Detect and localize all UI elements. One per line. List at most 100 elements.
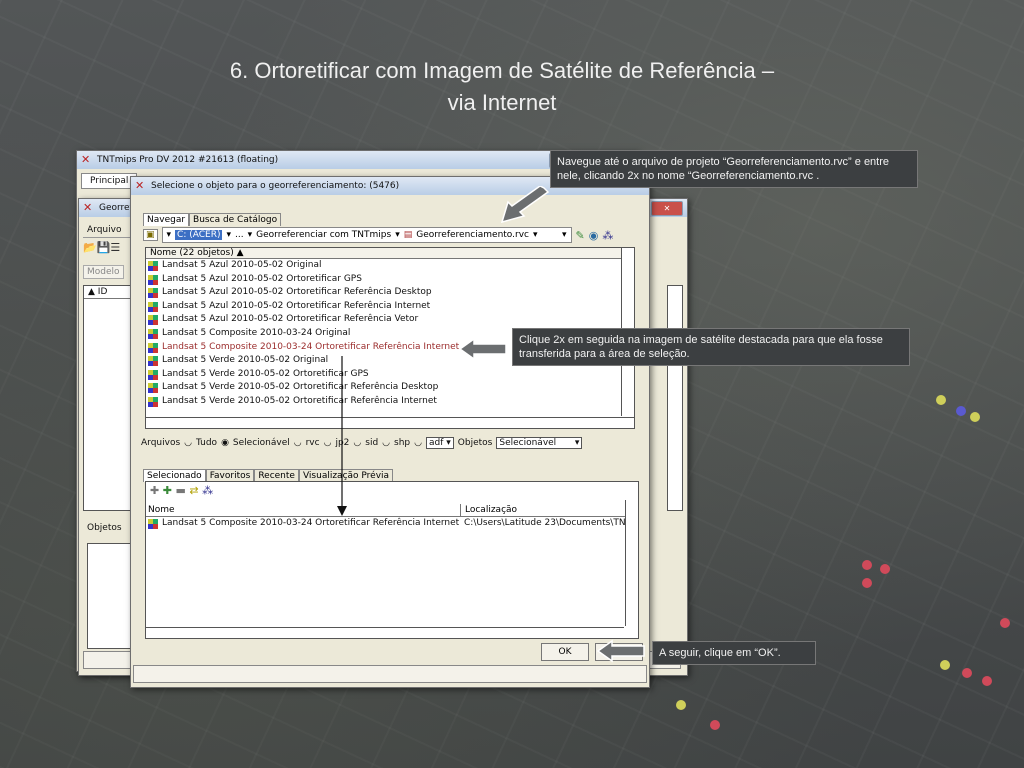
grid-icon[interactable]: ⁂ bbox=[202, 484, 213, 497]
list-header-label: Nome (22 objetos) bbox=[150, 248, 234, 258]
header-localizacao[interactable]: Localização bbox=[461, 504, 517, 516]
add-icon[interactable]: ✚ bbox=[163, 484, 172, 497]
selection-vscrollbar[interactable] bbox=[625, 500, 638, 626]
globe-icon[interactable]: ◉ bbox=[589, 229, 599, 242]
list-header[interactable]: Nome (22 objetos) ▲ bbox=[146, 248, 634, 259]
tntmips-icon: ✕ bbox=[135, 179, 145, 192]
map-marker bbox=[880, 564, 890, 574]
list-item-label: Landsat 5 Azul 2010-05-02 Ortoretificar … bbox=[162, 300, 431, 311]
check-sid[interactable]: ◡ bbox=[353, 438, 361, 448]
arrow-double-click-icon bbox=[458, 337, 507, 361]
check-rvc[interactable]: ◡ bbox=[294, 438, 302, 448]
list-item[interactable]: Landsat 5 Verde 2010-05-02 Ortoretificar… bbox=[146, 381, 634, 395]
list-item-label: Landsat 5 Azul 2010-05-02 Original bbox=[162, 260, 322, 270]
raster-icon bbox=[148, 274, 158, 285]
map-marker bbox=[970, 412, 980, 422]
list-item-label: Landsat 5 Verde 2010-05-02 Original bbox=[162, 355, 329, 366]
list-item[interactable]: Landsat 5 Azul 2010-05-02 Ortoretificar … bbox=[146, 313, 634, 327]
radio-tudo-label: Tudo bbox=[196, 438, 218, 448]
check-adf[interactable]: ◡ bbox=[414, 438, 422, 448]
list-item[interactable]: Landsat 5 Azul 2010-05-02 Original bbox=[146, 259, 634, 273]
list-item-label: Landsat 5 Verde 2010-05-02 Ortoretificar… bbox=[162, 395, 437, 406]
adf-select[interactable]: adf ▾ bbox=[426, 437, 454, 449]
path-dropdown-icon[interactable]: ▾ bbox=[167, 230, 172, 240]
selection-header: Nome Localização bbox=[146, 504, 638, 517]
dialog-title: Selecione o objeto para o georreferencia… bbox=[151, 181, 400, 191]
close-button[interactable]: ✕ bbox=[651, 201, 683, 216]
id-column-label: ID bbox=[97, 287, 108, 297]
radio-selecionavel-label: Selecionável bbox=[232, 438, 290, 448]
path-combo-dropdown[interactable]: ▾ bbox=[562, 230, 567, 240]
dialog-status-bar bbox=[133, 665, 647, 683]
chevron-down-icon[interactable]: ▾ bbox=[533, 230, 538, 240]
objetos-label: Objetos bbox=[87, 523, 122, 533]
header-nome[interactable]: Nome bbox=[146, 504, 461, 516]
map-marker bbox=[962, 668, 972, 678]
menu-principal[interactable]: Principal bbox=[81, 173, 138, 189]
selected-row[interactable]: Landsat 5 Composite 2010-03-24 Ortoretif… bbox=[146, 517, 638, 531]
raster-icon bbox=[148, 396, 158, 407]
raster-icon bbox=[148, 315, 158, 326]
tntmips-icon: ✕ bbox=[83, 201, 93, 214]
adf-select-value: adf bbox=[429, 438, 444, 448]
map-marker bbox=[940, 660, 950, 670]
chevron-down-icon[interactable]: ▾ bbox=[395, 230, 400, 240]
drive-selector[interactable]: C: (ACER) bbox=[175, 230, 223, 240]
list-item[interactable]: Landsat 5 Azul 2010-05-02 Ortoretificar … bbox=[146, 286, 634, 300]
select-object-dialog: ✕ Selecione o objeto para o georreferenc… bbox=[130, 176, 650, 688]
raster-icon bbox=[148, 369, 158, 380]
list-item[interactable]: Landsat 5 Verde 2010-05-02 Ortoretificar… bbox=[146, 395, 634, 409]
map-marker bbox=[956, 406, 966, 416]
selection-panel: ✚ ✚ ▬ ⇄ ⁂ Nome Localização Landsat 5 Com… bbox=[145, 481, 639, 639]
id-column-header[interactable]: ▲ ID bbox=[84, 286, 132, 299]
raster-icon bbox=[148, 342, 158, 353]
selection-toolbar: ✚ ✚ ▬ ⇄ ⁂ bbox=[146, 482, 638, 500]
list-item[interactable]: Landsat 5 Azul 2010-05-02 Ortoretificar … bbox=[146, 300, 634, 314]
main-window-title: TNTmips Pro DV 2012 #21613 (floating) bbox=[97, 155, 279, 165]
path-file[interactable]: Georreferenciamento.rvc bbox=[416, 230, 529, 240]
radio-tudo[interactable]: ◡ bbox=[184, 438, 192, 448]
callout-double-click: Clique 2x em seguida na imagem de satéli… bbox=[512, 328, 910, 366]
filter-row: Arquivos ◡ Tudo ◉ Selecionável ◡ rvc ◡ jp2 ◡… bbox=[141, 437, 583, 449]
chevron-down-icon[interactable]: ▾ bbox=[248, 230, 253, 240]
list-item-label: Landsat 5 Verde 2010-05-02 Ortoretificar… bbox=[162, 382, 439, 393]
selection-hscrollbar[interactable] bbox=[146, 627, 624, 638]
modelo-tab[interactable]: Modelo bbox=[83, 265, 124, 279]
map-marker bbox=[862, 560, 872, 570]
toolbar-icons[interactable]: 📂💾☰ bbox=[83, 241, 120, 254]
chevron-down-icon[interactable]: ▾ bbox=[226, 230, 231, 240]
check-shp[interactable]: ◡ bbox=[382, 438, 390, 448]
map-marker bbox=[710, 720, 720, 730]
check-rvc-label: rvc bbox=[305, 438, 320, 448]
objetos-filter-label: Objetos bbox=[457, 438, 493, 448]
georref-scrollbar[interactable] bbox=[667, 285, 683, 511]
arrow-ok-icon bbox=[596, 639, 645, 663]
pencil-icon[interactable]: ✎ bbox=[576, 229, 585, 242]
radio-selecionavel[interactable]: ◉ bbox=[221, 438, 229, 448]
objetos-select[interactable]: Selecionável ▾ bbox=[496, 437, 583, 449]
folder-up-icon[interactable]: ▣ bbox=[143, 229, 158, 241]
check-jp2[interactable]: ◡ bbox=[324, 438, 332, 448]
arquivos-label: Arquivos bbox=[141, 438, 181, 448]
list-item-label: Landsat 5 Azul 2010-05-02 Ortoretificar … bbox=[162, 314, 419, 325]
list-item[interactable]: Landsat 5 Verde 2010-05-02 Ortoretificar… bbox=[146, 368, 634, 382]
raster-icon bbox=[148, 383, 158, 394]
list-item[interactable]: Landsat 5 Azul 2010-05-02 Ortoretificar … bbox=[146, 273, 634, 287]
move-icon[interactable]: ✚ bbox=[150, 484, 159, 497]
swap-icon[interactable]: ⇄ bbox=[189, 484, 198, 497]
list-item-label: Landsat 5 Azul 2010-05-02 Ortoretificar … bbox=[162, 287, 432, 298]
ok-button[interactable]: OK bbox=[541, 643, 589, 661]
raster-icon bbox=[148, 288, 158, 299]
remove-icon[interactable]: ▬ bbox=[175, 484, 185, 497]
path-ellipsis[interactable]: ... bbox=[235, 230, 244, 240]
top-tabs: Navegar Busca de Catálogo bbox=[143, 207, 282, 226]
path-folder[interactable]: Georreferenciar com TNTmips bbox=[256, 230, 391, 240]
map-marker bbox=[676, 700, 686, 710]
raster-icon bbox=[148, 356, 158, 367]
tab-busca-catalogo[interactable]: Busca de Catálogo bbox=[189, 213, 282, 226]
grid-icon[interactable]: ⁂ bbox=[602, 229, 613, 242]
tab-navegar[interactable]: Navegar bbox=[143, 213, 190, 226]
slide-title: 6. Ortoretificar com Imagem de Satélite … bbox=[229, 58, 775, 83]
raster-icon bbox=[148, 328, 158, 339]
list-hscrollbar[interactable] bbox=[146, 417, 634, 428]
